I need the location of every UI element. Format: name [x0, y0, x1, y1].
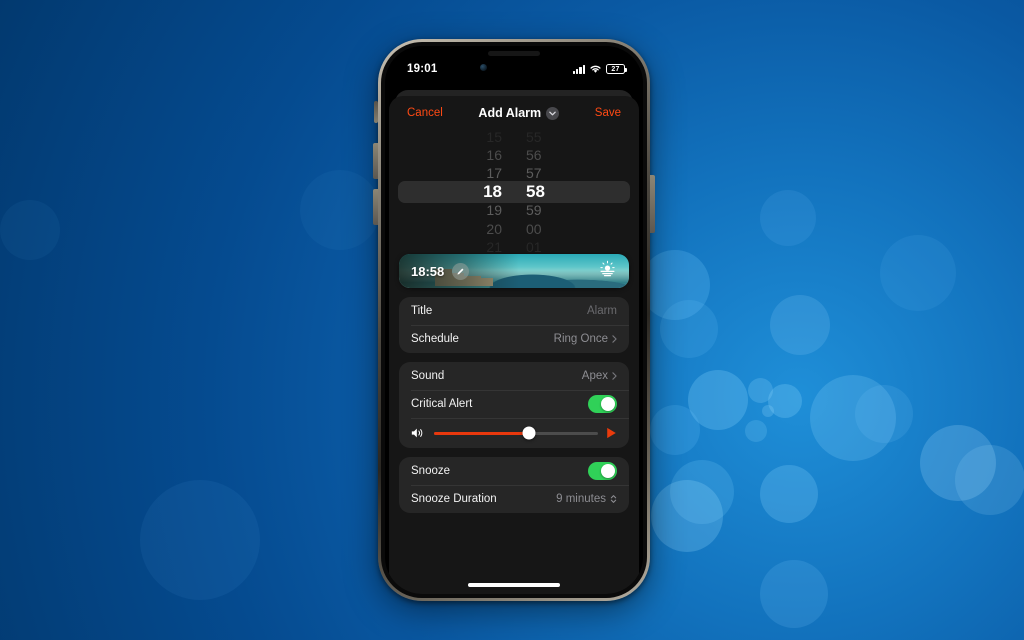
critical-alert-toggle[interactable]: [588, 395, 617, 413]
chevron-up-down-icon[interactable]: [610, 494, 617, 504]
snooze-duration-label: Snooze Duration: [411, 493, 497, 505]
minute-option[interactable]: 00: [526, 220, 542, 238]
bokeh-circle: [920, 425, 996, 501]
sound-card: Sound Apex Critical Alert: [399, 362, 629, 448]
sound-value-label: Apex: [581, 370, 608, 382]
hour-option[interactable]: 15: [486, 132, 502, 146]
volume-slider-thumb[interactable]: [522, 426, 536, 440]
wifi-icon: [590, 65, 601, 73]
schedule-label: Schedule: [411, 333, 459, 345]
power-button[interactable]: [650, 175, 655, 233]
bokeh-circle: [688, 370, 748, 430]
bokeh-circle: [760, 190, 816, 246]
hour-option[interactable]: 19: [486, 201, 502, 219]
alarm-details-card: Title Alarm Schedule Ring Once: [399, 297, 629, 353]
bokeh-circle: [650, 405, 700, 455]
bokeh-circle: [880, 235, 956, 311]
sheet-title-group: Add Alarm: [478, 106, 560, 120]
battery-level-label: 27: [611, 65, 620, 73]
banner-time-label: 18:58: [411, 263, 445, 279]
volume-slider-fill: [434, 431, 530, 435]
status-bar: 19:01 27: [385, 46, 643, 82]
volume-slider-row[interactable]: [399, 418, 629, 448]
cellular-signal-icon: [572, 64, 585, 74]
bokeh-circle: [660, 300, 718, 358]
add-alarm-sheet: Cancel Add Alarm Save 15 16 17 18 19 20 …: [389, 96, 639, 594]
hour-option[interactable]: 16: [486, 146, 502, 164]
minute-option[interactable]: 59: [526, 201, 542, 219]
minute-option[interactable]: 01: [526, 238, 542, 252]
home-indicator[interactable]: [468, 583, 560, 587]
bokeh-circle: [640, 250, 710, 320]
navigation-bar: Cancel Add Alarm Save: [389, 96, 639, 130]
sound-value[interactable]: Apex: [582, 370, 617, 382]
phone-screen: 19:01 27 Cancel Add Alarm Save 15 16 17 …: [385, 46, 643, 594]
save-button[interactable]: Save: [595, 107, 621, 119]
bokeh-circle: [760, 465, 818, 523]
bokeh-circle: [768, 384, 802, 418]
battery-icon: 27: [606, 64, 627, 74]
chevron-down-icon[interactable]: [546, 106, 560, 120]
play-triangle-icon[interactable]: [606, 427, 617, 439]
status-bar-clock: 19:01: [407, 63, 438, 75]
minute-option[interactable]: 57: [526, 164, 542, 182]
iphone-device-frame: 19:01 27 Cancel Add Alarm Save 15 16 17 …: [373, 39, 655, 601]
title-label: Title: [411, 305, 433, 317]
critical-alert-label: Critical Alert: [411, 398, 473, 410]
speaker-wave-icon: [411, 428, 423, 438]
volume-up-button[interactable]: [373, 143, 378, 179]
bokeh-circle: [760, 560, 828, 628]
snooze-card: Snooze Snooze Duration 9 minutes: [399, 457, 629, 513]
bokeh-circle: [955, 445, 1024, 515]
volume-down-button[interactable]: [373, 189, 378, 225]
status-bar-indicators: 27: [572, 64, 627, 74]
minute-option[interactable]: 55: [526, 132, 542, 146]
hour-option[interactable]: 20: [486, 220, 502, 238]
title-input[interactable]: Alarm: [587, 305, 617, 317]
row-title[interactable]: Title Alarm: [399, 297, 629, 325]
hour-option-selected[interactable]: 18: [483, 182, 502, 201]
bokeh-circle: [748, 378, 773, 403]
hour-option[interactable]: 17: [486, 164, 502, 182]
hour-wheel[interactable]: 15 16 17 18 19 20 21: [452, 132, 514, 252]
snooze-duration-value-label: 9 minutes: [556, 493, 606, 505]
minute-option[interactable]: 56: [526, 146, 542, 164]
bokeh-circle: [651, 480, 723, 552]
snooze-toggle[interactable]: [588, 462, 617, 480]
cancel-button[interactable]: Cancel: [407, 107, 443, 119]
row-snooze-duration[interactable]: Snooze Duration 9 minutes: [399, 485, 629, 513]
volume-slider-track[interactable]: [434, 426, 598, 440]
row-schedule[interactable]: Schedule Ring Once: [399, 325, 629, 353]
pencil-edit-icon[interactable]: [452, 262, 470, 280]
row-sound[interactable]: Sound Apex: [399, 362, 629, 390]
time-picker[interactable]: 15 16 17 18 19 20 21 55 56 57 58 59 00 0…: [389, 132, 639, 252]
schedule-value[interactable]: Ring Once: [554, 333, 617, 345]
hour-option[interactable]: 21: [486, 238, 502, 252]
chevron-right-icon: [612, 335, 617, 343]
minute-wheel[interactable]: 55 56 57 58 59 00 01: [514, 132, 576, 252]
sound-label: Sound: [411, 370, 445, 382]
minute-option-selected[interactable]: 58: [526, 182, 545, 201]
mute-switch-button[interactable]: [374, 101, 378, 123]
row-snooze[interactable]: Snooze: [399, 457, 629, 485]
snooze-label: Snooze: [411, 465, 451, 477]
bokeh-circle: [810, 375, 896, 461]
bokeh-circle: [762, 405, 774, 417]
bokeh-circle: [745, 420, 767, 442]
chevron-right-icon: [612, 372, 617, 380]
bokeh-circle: [855, 385, 913, 443]
bokeh-circle: [770, 295, 830, 355]
bokeh-circle: [670, 460, 734, 524]
bokeh-circle: [140, 480, 260, 600]
bokeh-circle: [0, 200, 60, 260]
phone-bezel: 19:01 27 Cancel Add Alarm Save 15 16 17 …: [381, 42, 647, 598]
bokeh-circle: [300, 170, 380, 250]
alarm-preview-banner[interactable]: 18:58: [399, 254, 629, 288]
schedule-value-label: Ring Once: [553, 333, 608, 345]
row-critical-alert[interactable]: Critical Alert: [399, 390, 629, 418]
sunrise-icon: [599, 260, 616, 282]
snooze-duration-value[interactable]: 9 minutes: [556, 493, 617, 505]
page-title: Add Alarm: [478, 106, 542, 120]
